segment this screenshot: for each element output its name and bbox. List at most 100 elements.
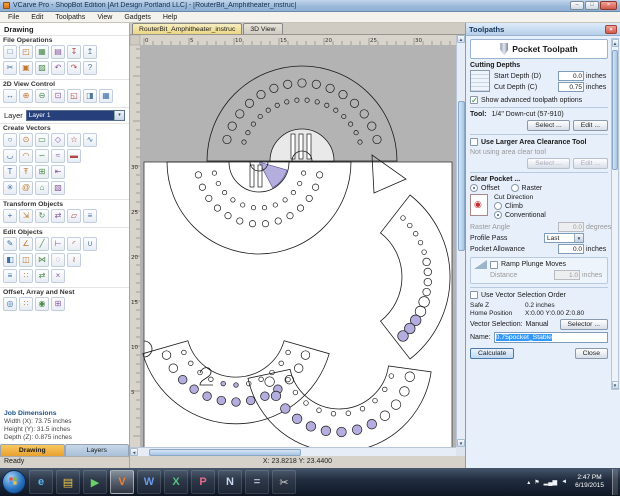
scroll-up-icon[interactable]: ▲ [457, 35, 465, 43]
maximize-button[interactable]: □ [585, 1, 599, 10]
pan-view-icon[interactable]: ↔ [3, 89, 17, 103]
calculator-taskbar-icon[interactable]: = [245, 470, 269, 494]
ramp-checkbox[interactable] [490, 260, 498, 269]
set-size-icon[interactable]: ⇲ [19, 209, 33, 223]
measure-tool-icon[interactable]: ∠ [19, 237, 33, 251]
vertical-scroll-thumb[interactable] [457, 101, 465, 251]
zoom-window-icon[interactable]: ⊡ [51, 89, 65, 103]
snap-grid-icon[interactable]: ▦ [99, 89, 113, 103]
smooth-polyline-icon[interactable]: ≈ [51, 149, 65, 163]
paste-icon[interactable]: ▨ [35, 61, 49, 75]
circular-copy-icon[interactable]: ◉ [35, 297, 49, 311]
open-file-icon[interactable]: ◰ [19, 45, 33, 59]
horizontal-scroll-thumb[interactable] [149, 448, 301, 456]
new-file-icon[interactable]: □ [3, 45, 17, 59]
fit-curves-icon[interactable]: ≀ [67, 253, 81, 267]
mirror-copy-icon[interactable]: ⇄ [35, 269, 49, 283]
copy-icon[interactable]: ▣ [19, 61, 33, 75]
menu-item-view[interactable]: View [91, 14, 118, 21]
raster-radio[interactable] [510, 184, 519, 192]
draw-freehand-icon[interactable]: ∽ [35, 149, 49, 163]
cut-depth-input[interactable]: 0.75 [558, 82, 584, 92]
toolpath-name-input[interactable]: 0.75pocket_Stable [493, 332, 608, 343]
node-editor-icon[interactable]: ✎ [3, 237, 17, 251]
draw-text-icon[interactable]: T [3, 165, 17, 179]
import-vectors-icon[interactable]: ↧ [67, 45, 81, 59]
draw-polyline-icon[interactable]: ∿ [83, 133, 97, 147]
network-icon[interactable]: ▂▄▆ [544, 479, 557, 486]
text-in-box-icon[interactable]: ⊞ [35, 165, 49, 179]
export-vectors-icon[interactable]: ↥ [83, 45, 97, 59]
draw-spiral-icon[interactable]: @ [19, 181, 33, 195]
text-on-curve-icon[interactable]: Ŧ [19, 165, 33, 179]
offset-vectors-icon[interactable]: ◎ [3, 297, 17, 311]
zoom-out-icon[interactable]: ⊖ [35, 89, 49, 103]
panel-tab-drawing[interactable]: Drawing [0, 444, 65, 456]
tool-select-button[interactable]: Select ... [527, 120, 570, 131]
excel-taskbar-icon[interactable]: X [164, 470, 188, 494]
paste-special-icon[interactable]: ▧ [51, 181, 65, 195]
draw-dimension-icon[interactable]: ⇤ [51, 165, 65, 179]
windows-explorer-taskbar-icon[interactable]: ▤ [56, 470, 80, 494]
start-button[interactable] [2, 470, 26, 494]
menu-item-edit[interactable]: Edit [25, 14, 49, 21]
redo-icon[interactable]: ↷ [67, 61, 81, 75]
zoom-in-icon[interactable]: ⊕ [19, 89, 33, 103]
media-player-taskbar-icon[interactable]: ▶ [83, 470, 107, 494]
draw-arc-icon[interactable]: ◠ [19, 149, 33, 163]
clearance-edit-button[interactable]: Edit ... [572, 158, 608, 169]
conventional-radio[interactable] [494, 211, 502, 219]
volume-icon[interactable]: ◄ [561, 479, 567, 485]
notepad-taskbar-icon[interactable]: N [218, 470, 242, 494]
nest-parts-icon[interactable]: ⊞ [51, 297, 65, 311]
zoom-extents-icon[interactable]: ◱ [67, 89, 81, 103]
panel-scrollbar[interactable]: ▲ ▼ [611, 38, 619, 390]
draw-circle-icon[interactable]: ○ [3, 133, 17, 147]
climb-radio[interactable] [494, 202, 502, 210]
calculate-button[interactable]: Calculate [470, 348, 515, 359]
draw-keyhole-icon[interactable]: ⌂ [35, 181, 49, 195]
join-vectors-icon[interactable]: ⋈ [35, 253, 49, 267]
drawing-canvas[interactable]: 0 5 10 15 20 25 30 30 25 20 15 10 5 [130, 35, 456, 447]
delete-object-icon[interactable]: × [51, 269, 65, 283]
draw-polygon-icon[interactable]: ◇ [51, 133, 65, 147]
vector-order-checkbox[interactable] [470, 291, 478, 299]
profile-pass-dropdown[interactable]: Last ▼ [544, 233, 584, 243]
offset-radio[interactable] [470, 184, 478, 192]
tool-edit-button[interactable]: Edit ... [572, 120, 608, 131]
doc-tab[interactable]: RouterBit_Amphitheater_instruc [132, 23, 243, 34]
extend-vectors-icon[interactable]: ⊢ [51, 237, 65, 251]
draw-gear-icon[interactable]: ✳ [3, 181, 17, 195]
pocket-allowance-input[interactable]: 0.0 [558, 244, 584, 254]
taskbar-clock[interactable]: 2:47 PM 6/19/2015 [571, 474, 608, 490]
internet-explorer-taskbar-icon[interactable]: e [29, 470, 53, 494]
zoom-selected-icon[interactable]: ◨ [83, 89, 97, 103]
draw-slot-icon[interactable]: ▬ [67, 149, 81, 163]
panel-tab-layers[interactable]: Layers [64, 444, 129, 456]
minimize-button[interactable]: – [570, 1, 584, 10]
close-button[interactable]: × [600, 1, 617, 10]
snipping-tool-taskbar-icon[interactable]: ✂ [272, 470, 296, 494]
help-icon[interactable]: ? [83, 61, 97, 75]
selector-button[interactable]: Selector ... [559, 319, 608, 330]
print-file-icon[interactable]: ▤ [51, 45, 65, 59]
scroll-down-icon[interactable]: ▼ [457, 439, 465, 447]
rotate-objects-icon[interactable]: ↻ [35, 209, 49, 223]
ungroup-objects-icon[interactable]: ◫ [19, 253, 33, 267]
panel-scroll-thumb[interactable] [612, 50, 618, 170]
advanced-options-checkbox[interactable] [470, 95, 478, 106]
fillet-vectors-icon[interactable]: ◜ [67, 237, 81, 251]
start-depth-input[interactable]: 0.0 [558, 71, 584, 81]
chevron-down-icon[interactable]: ▾ [114, 111, 124, 120]
distort-objects-icon[interactable]: ▱ [67, 209, 81, 223]
hidden-icons-chevron[interactable]: ▴ [527, 479, 530, 486]
mirror-objects-icon[interactable]: ⇄ [51, 209, 65, 223]
draw-rectangle-icon[interactable]: ▭ [35, 133, 49, 147]
menu-item-file[interactable]: File [2, 14, 25, 21]
close-panel-icon[interactable]: × [605, 24, 617, 34]
group-objects-icon[interactable]: ◧ [3, 253, 17, 267]
close-vectors-icon[interactable]: ◌ [51, 253, 65, 267]
draw-ellipse-icon[interactable]: ⊙ [19, 133, 33, 147]
clearance-tool-checkbox[interactable] [470, 138, 478, 146]
action-center-icon[interactable]: ⚑ [534, 479, 539, 486]
